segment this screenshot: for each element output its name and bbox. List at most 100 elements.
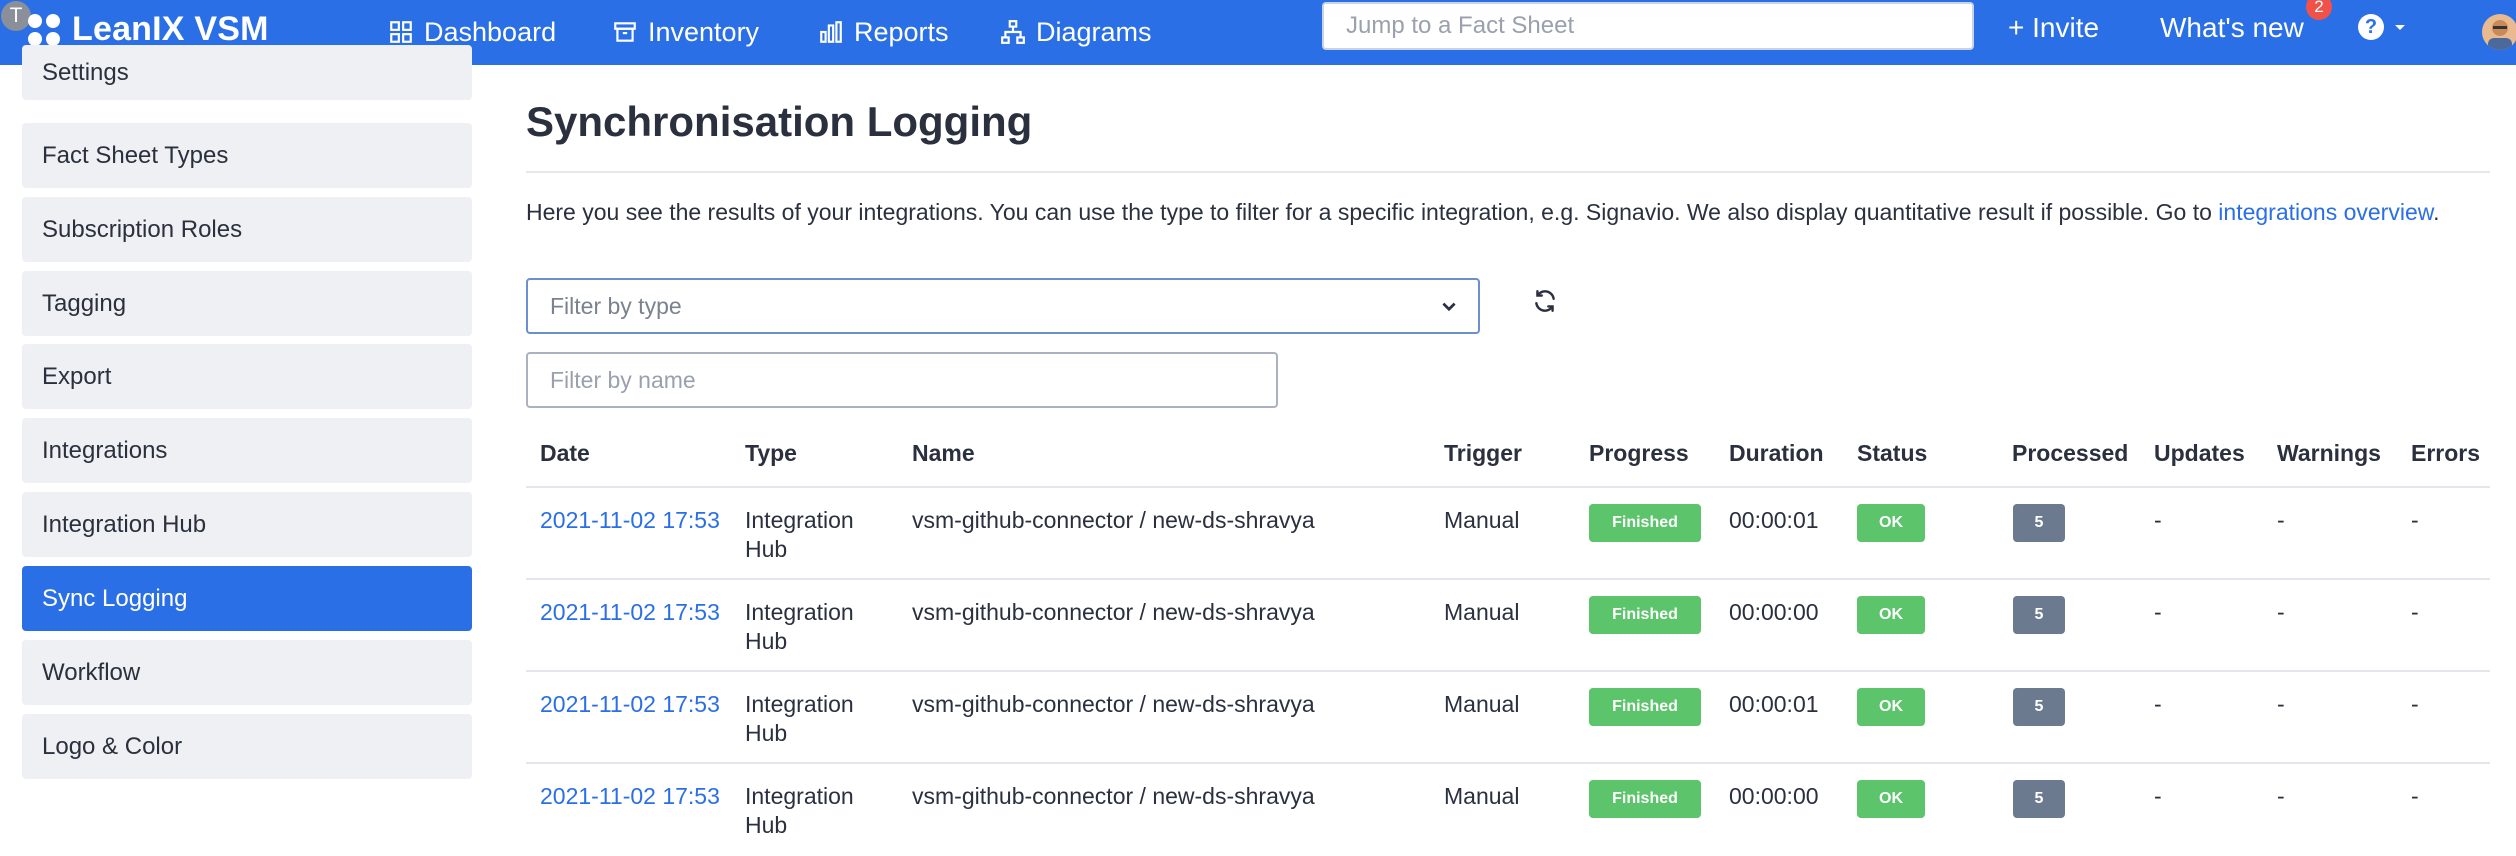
row-warnings: -: [2277, 691, 2285, 717]
integrations-overview-link[interactable]: integrations overview: [2218, 199, 2433, 225]
sidebar-item-label: Settings: [42, 58, 129, 86]
processed-count-badge: 5: [2013, 688, 2065, 726]
sidebar-item-settings[interactable]: Settings: [22, 45, 472, 100]
row-type: Integration Hub: [745, 506, 854, 564]
refresh-icon[interactable]: [1532, 288, 1558, 314]
sidebar-item-workflow[interactable]: Workflow: [22, 640, 472, 705]
sidebar-item-integrations[interactable]: Integrations: [22, 418, 472, 483]
sidebar-item-label: Tagging: [42, 289, 127, 317]
column-header-status[interactable]: Status: [1857, 440, 1927, 467]
nav-reports[interactable]: Reports: [818, 12, 949, 52]
status-ok-badge: OK: [1857, 780, 1925, 818]
whats-new-count-badge: 2: [2306, 0, 2332, 20]
row-type-line1: Integration: [745, 783, 854, 809]
progress-finished-badge: Finished: [1589, 596, 1701, 634]
dashboard-icon: [390, 21, 412, 43]
user-avatar[interactable]: [2482, 14, 2516, 50]
row-warnings: -: [2277, 507, 2285, 533]
sidebar-item-label: Sync Logging: [42, 584, 188, 612]
title-divider: [526, 171, 2490, 173]
column-header-warnings[interactable]: Warnings: [2277, 440, 2381, 467]
column-header-errors[interactable]: Errors: [2411, 440, 2480, 467]
sidebar-item-subscription-roles[interactable]: Subscription Roles: [22, 197, 472, 262]
column-header-date[interactable]: Date: [540, 440, 590, 467]
row-date-link[interactable]: 2021-11-02 17:53: [540, 598, 720, 627]
sidebar-item-export[interactable]: Export: [22, 344, 472, 409]
row-date-link[interactable]: 2021-11-02 17:53: [540, 690, 720, 719]
row-type: Integration Hub: [745, 598, 854, 656]
row-type-line2: Hub: [745, 628, 788, 654]
sidebar-item-label: Export: [42, 362, 112, 390]
column-header-updates[interactable]: Updates: [2154, 440, 2245, 467]
help-menu[interactable]: ?: [2358, 14, 2408, 40]
row-duration: 00:00:01: [1729, 507, 1819, 533]
invite-button[interactable]: + Invite: [2008, 12, 2099, 44]
sidebar-item-sync-logging[interactable]: Sync Logging: [22, 566, 472, 631]
row-date-link[interactable]: 2021-11-02 17:53: [540, 782, 720, 811]
column-header-trigger[interactable]: Trigger: [1444, 440, 1522, 467]
row-errors: -: [2411, 691, 2419, 717]
row-type-line2: Hub: [745, 812, 788, 838]
processed-count-badge: 5: [2013, 596, 2065, 634]
nav-diagrams-label: Diagrams: [1036, 16, 1152, 47]
inventory-icon: [614, 22, 636, 42]
row-errors: -: [2411, 783, 2419, 809]
filter-by-type-select[interactable]: Filter by type: [526, 278, 1480, 334]
row-duration: 00:00:01: [1729, 691, 1819, 717]
row-updates: -: [2154, 691, 2162, 717]
progress-finished-badge: Finished: [1589, 504, 1701, 542]
row-type-line2: Hub: [745, 536, 788, 562]
status-ok-badge: OK: [1857, 688, 1925, 726]
column-header-progress[interactable]: Progress: [1589, 440, 1689, 467]
intro-text: Here you see the results of your integra…: [526, 196, 2466, 228]
row-date-link[interactable]: 2021-11-02 17:53: [540, 506, 720, 535]
chevron-down-icon: [2395, 25, 2405, 30]
sidebar-item-tagging[interactable]: Tagging: [22, 271, 472, 336]
processed-count-badge: 5: [2013, 780, 2065, 818]
row-type: Integration Hub: [745, 690, 854, 748]
column-header-duration[interactable]: Duration: [1729, 440, 1824, 467]
nav-dashboard-label: Dashboard: [424, 16, 557, 47]
row-type-line1: Integration: [745, 599, 854, 625]
row-type: Integration Hub: [745, 782, 854, 840]
row-duration: 00:00:00: [1729, 783, 1819, 809]
filter-by-name-input[interactable]: [526, 352, 1278, 408]
sidebar-item-label: Fact Sheet Types: [42, 141, 229, 169]
intro-period: .: [2433, 199, 2440, 225]
intro-description: Here you see the results of your integra…: [526, 199, 2219, 225]
whats-new-button[interactable]: What's new: [2160, 12, 2304, 44]
nav-inventory[interactable]: Inventory: [612, 12, 759, 52]
fact-sheet-search-input[interactable]: [1322, 2, 1974, 50]
page-title: Synchronisation Logging: [526, 98, 1033, 145]
row-name: vsm-github-connector / new-ds-shravya: [912, 783, 1315, 809]
reports-icon: [820, 21, 842, 43]
column-header-type[interactable]: Type: [745, 440, 797, 467]
row-trigger: Manual: [1444, 599, 1520, 625]
sidebar-item-logo-color[interactable]: Logo & Color: [22, 714, 472, 779]
column-header-processed[interactable]: Processed: [2012, 440, 2128, 467]
table-row: 2021-11-02 17:53 Integration Hub vsm-gith…: [526, 670, 2490, 764]
brand-name[interactable]: LeanIX VSM: [72, 10, 269, 49]
filter-by-type-placeholder: Filter by type: [550, 292, 682, 319]
row-updates: -: [2154, 507, 2162, 533]
help-icon: ?: [2358, 14, 2384, 40]
progress-finished-badge: Finished: [1589, 688, 1701, 726]
table-row: 2021-11-02 17:53 Integration Hub vsm-gith…: [526, 762, 2490, 856]
row-updates: -: [2154, 783, 2162, 809]
table-row: 2021-11-02 17:53 Integration Hub vsm-gith…: [526, 578, 2490, 672]
sidebar-item-label: Logo & Color: [42, 732, 183, 760]
row-trigger: Manual: [1444, 691, 1520, 717]
row-name: vsm-github-connector / new-ds-shravya: [912, 691, 1315, 717]
nav-reports-label: Reports: [854, 16, 949, 47]
nav-diagrams[interactable]: Diagrams: [1000, 12, 1152, 52]
status-ok-badge: OK: [1857, 596, 1925, 634]
row-trigger: Manual: [1444, 783, 1520, 809]
sidebar-item-integration-hub[interactable]: Integration Hub: [22, 492, 472, 557]
processed-count-badge: 5: [2013, 504, 2065, 542]
row-duration: 00:00:00: [1729, 599, 1819, 625]
row-type-line1: Integration: [745, 691, 854, 717]
leanix-logo-icon[interactable]: [26, 12, 62, 48]
column-header-name[interactable]: Name: [912, 440, 975, 467]
sidebar-item-label: Integrations: [42, 436, 168, 464]
sidebar-item-fact-sheet-types[interactable]: Fact Sheet Types: [22, 123, 472, 188]
